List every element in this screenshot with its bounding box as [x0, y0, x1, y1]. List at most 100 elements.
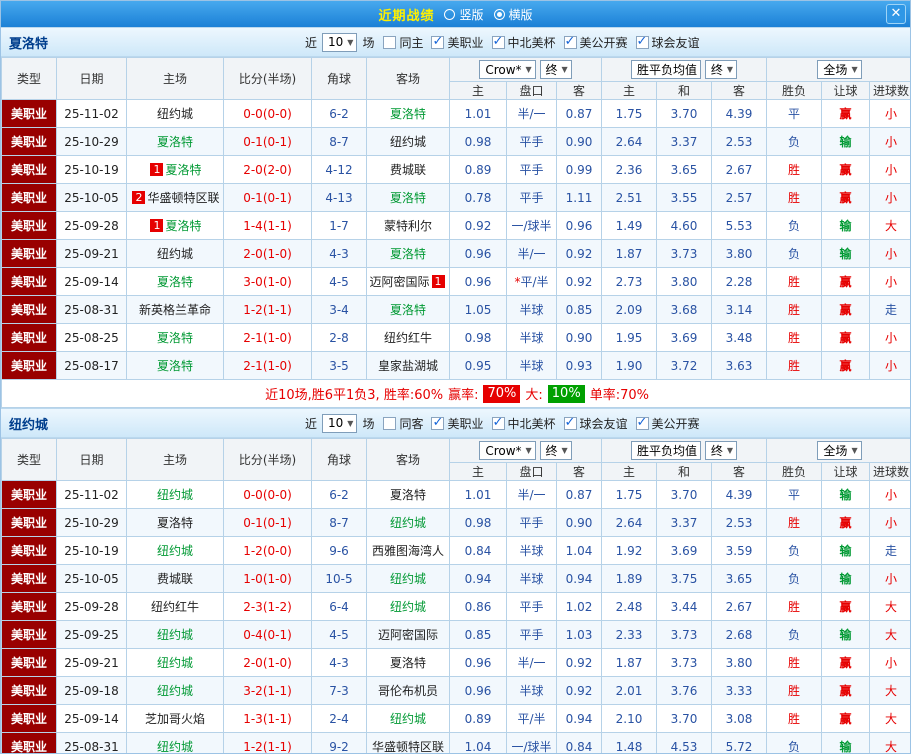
checkbox-checked-icon[interactable] — [635, 34, 649, 49]
checkbox-checked-icon[interactable] — [635, 415, 649, 430]
odds-stage-select[interactable]: 终 ▼ — [539, 440, 572, 460]
home-team-name[interactable]: 纽约城 — [157, 628, 193, 642]
scope-select[interactable]: 全场 ▼ — [817, 441, 862, 460]
col-type: 类型 — [1, 57, 57, 100]
avg-stage-select[interactable]: 终 ▼ — [704, 441, 737, 460]
home-team-name[interactable]: 纽约城 — [157, 488, 193, 502]
away-team-name[interactable]: 皇家盐湖城 — [378, 359, 438, 373]
radio-icon[interactable] — [444, 8, 456, 20]
away-team-name[interactable]: 纽约城 — [390, 600, 426, 614]
filter-checkbox-球会友谊[interactable]: 球会友谊 — [635, 34, 700, 51]
home-team-name[interactable]: 费城联 — [157, 572, 193, 586]
away-team-name[interactable]: 夏洛特 — [390, 191, 426, 205]
home-team-name[interactable]: 夏洛特 — [157, 516, 193, 530]
games-label: 场 — [362, 35, 375, 50]
home-team-name[interactable]: 夏洛特 — [157, 331, 193, 345]
away-team-name[interactable]: 纽约城 — [390, 572, 426, 586]
home-team-name[interactable]: 夏洛特 — [165, 163, 201, 177]
home-team-name[interactable]: 纽约城 — [157, 107, 193, 121]
chevron-down-icon: ▼ — [525, 446, 532, 456]
result-goals: 走 — [868, 536, 910, 565]
filter-checkbox-同主[interactable]: 同主 — [383, 34, 423, 51]
odds-home: 0.89 — [449, 704, 507, 733]
filter-checkbox-美公开赛[interactable]: 美公开赛 — [563, 34, 628, 51]
home-team-name[interactable]: 夏洛特 — [157, 359, 193, 373]
filter-checkbox-中北美杯[interactable]: 中北美杯 — [491, 34, 556, 51]
fullmatch-group-header: 全场 ▼ — [765, 438, 910, 463]
layout-option-vertical[interactable]: 竖版 — [444, 6, 484, 23]
match-count-select[interactable]: 10 ▼ — [322, 32, 358, 52]
home-team-name[interactable]: 纽约城 — [157, 247, 193, 261]
avg-draw: 3.70 — [656, 704, 712, 733]
away-team-name[interactable]: 迈阿密国际 — [378, 628, 438, 642]
scope-select[interactable]: 全场 ▼ — [817, 60, 862, 79]
away-team-name[interactable]: 蒙特利尔 — [384, 219, 432, 233]
checkbox-icon[interactable] — [383, 35, 397, 49]
away-team-name[interactable]: 纽约城 — [390, 135, 426, 149]
avg-draw: 3.73 — [656, 648, 712, 677]
filter-checkbox-美职业[interactable]: 美职业 — [431, 415, 484, 432]
home-team-name[interactable]: 夏洛特 — [165, 219, 201, 233]
away-team-name[interactable]: 夏洛特 — [390, 488, 426, 502]
avg-home: 2.51 — [601, 183, 657, 212]
away-team-name[interactable]: 夏洛特 — [390, 656, 426, 670]
checkbox-checked-icon[interactable] — [491, 34, 505, 49]
away-team-name[interactable]: 夏洛特 — [390, 303, 426, 317]
away-team-name[interactable]: 夏洛特 — [390, 247, 426, 261]
home-team-name[interactable]: 纽约城 — [157, 544, 193, 558]
checkbox-checked-icon[interactable] — [563, 34, 577, 49]
home-team-name[interactable]: 芝加哥火焰 — [145, 712, 205, 726]
close-button[interactable]: ✕ — [886, 4, 906, 24]
home-team-name[interactable]: 新英格兰革命 — [139, 303, 211, 317]
filter-checkbox-美公开赛[interactable]: 美公开赛 — [635, 415, 700, 432]
result-wdl: 负 — [766, 732, 822, 753]
home-team-name[interactable]: 夏洛特 — [157, 135, 193, 149]
bookmaker-select[interactable]: Crow* ▼ — [479, 60, 536, 80]
layout-option-horizontal[interactable]: 横版 — [493, 6, 533, 23]
filter-checkbox-美职业[interactable]: 美职业 — [431, 34, 484, 51]
corners: 4-5 — [311, 267, 367, 296]
away-team-name[interactable]: 纽约城 — [390, 516, 426, 530]
away-team-name[interactable]: 夏洛特 — [390, 107, 426, 121]
match-row: 美职业 25-09-28 纽约红牛 2-3(1-2) 6-4 纽约城 0.86 平手 1.02 2… — [1, 592, 910, 621]
away-team-name[interactable]: 迈阿密国际 — [369, 275, 429, 289]
radio-selected-icon[interactable] — [493, 8, 505, 20]
avg-odds-select[interactable]: 胜平负均值 — [630, 60, 701, 79]
checkbox-checked-icon[interactable] — [431, 415, 445, 430]
corners: 1-7 — [311, 211, 367, 240]
checkbox-icon[interactable] — [383, 416, 397, 430]
away-team-name[interactable]: 纽约红牛 — [384, 331, 432, 345]
away-team-name[interactable]: 哥伦布机员 — [378, 684, 438, 698]
match-count-select[interactable]: 10 ▼ — [322, 413, 358, 433]
away-team-name[interactable]: 西雅图海湾人 — [372, 544, 444, 558]
result-goals: 大 — [868, 704, 910, 733]
filter-checkbox-球会友谊[interactable]: 球会友谊 — [563, 415, 628, 432]
odds-home: 0.85 — [449, 620, 507, 649]
away-team-name[interactable]: 华盛顿特区联 — [372, 740, 444, 753]
checkbox-checked-icon[interactable] — [431, 34, 445, 49]
home-team-name[interactable]: 夏洛特 — [157, 275, 193, 289]
home-team-name[interactable]: 华盛顿特区联 — [147, 191, 219, 205]
avg-odds-select[interactable]: 胜平负均值 — [630, 441, 701, 460]
avg-draw: 4.53 — [656, 732, 712, 753]
filter-checkbox-同客[interactable]: 同客 — [383, 415, 423, 432]
checkbox-checked-icon[interactable] — [563, 415, 577, 430]
home-team-name[interactable]: 纽约红牛 — [151, 600, 199, 614]
odds-stage-select[interactable]: 终 ▼ — [539, 59, 572, 79]
home-team-name[interactable]: 纽约城 — [157, 656, 193, 670]
filter-checkbox-中北美杯[interactable]: 中北美杯 — [491, 415, 556, 432]
col-corner: 角球 — [311, 57, 367, 100]
away-team-name[interactable]: 费城联 — [390, 163, 426, 177]
section-header-nyc: 纽约城 近 10▼ 场 同客 美职业 中北美杯 球会友谊 美公开赛 — [1, 408, 910, 438]
col-away: 客场 — [366, 438, 450, 481]
checkbox-checked-icon[interactable] — [491, 415, 505, 430]
score-halftime: 2-1(1-0) — [223, 351, 312, 380]
home-team-name[interactable]: 纽约城 — [157, 740, 193, 753]
away-team-name[interactable]: 纽约城 — [390, 712, 426, 726]
home-team-name[interactable]: 纽约城 — [157, 684, 193, 698]
league-type: 美职业 — [1, 564, 57, 593]
avg-stage-select[interactable]: 终 ▼ — [704, 60, 737, 79]
result-goals: 小 — [868, 351, 910, 380]
avg-away: 3.80 — [711, 239, 767, 268]
bookmaker-select[interactable]: Crow* ▼ — [479, 441, 536, 461]
